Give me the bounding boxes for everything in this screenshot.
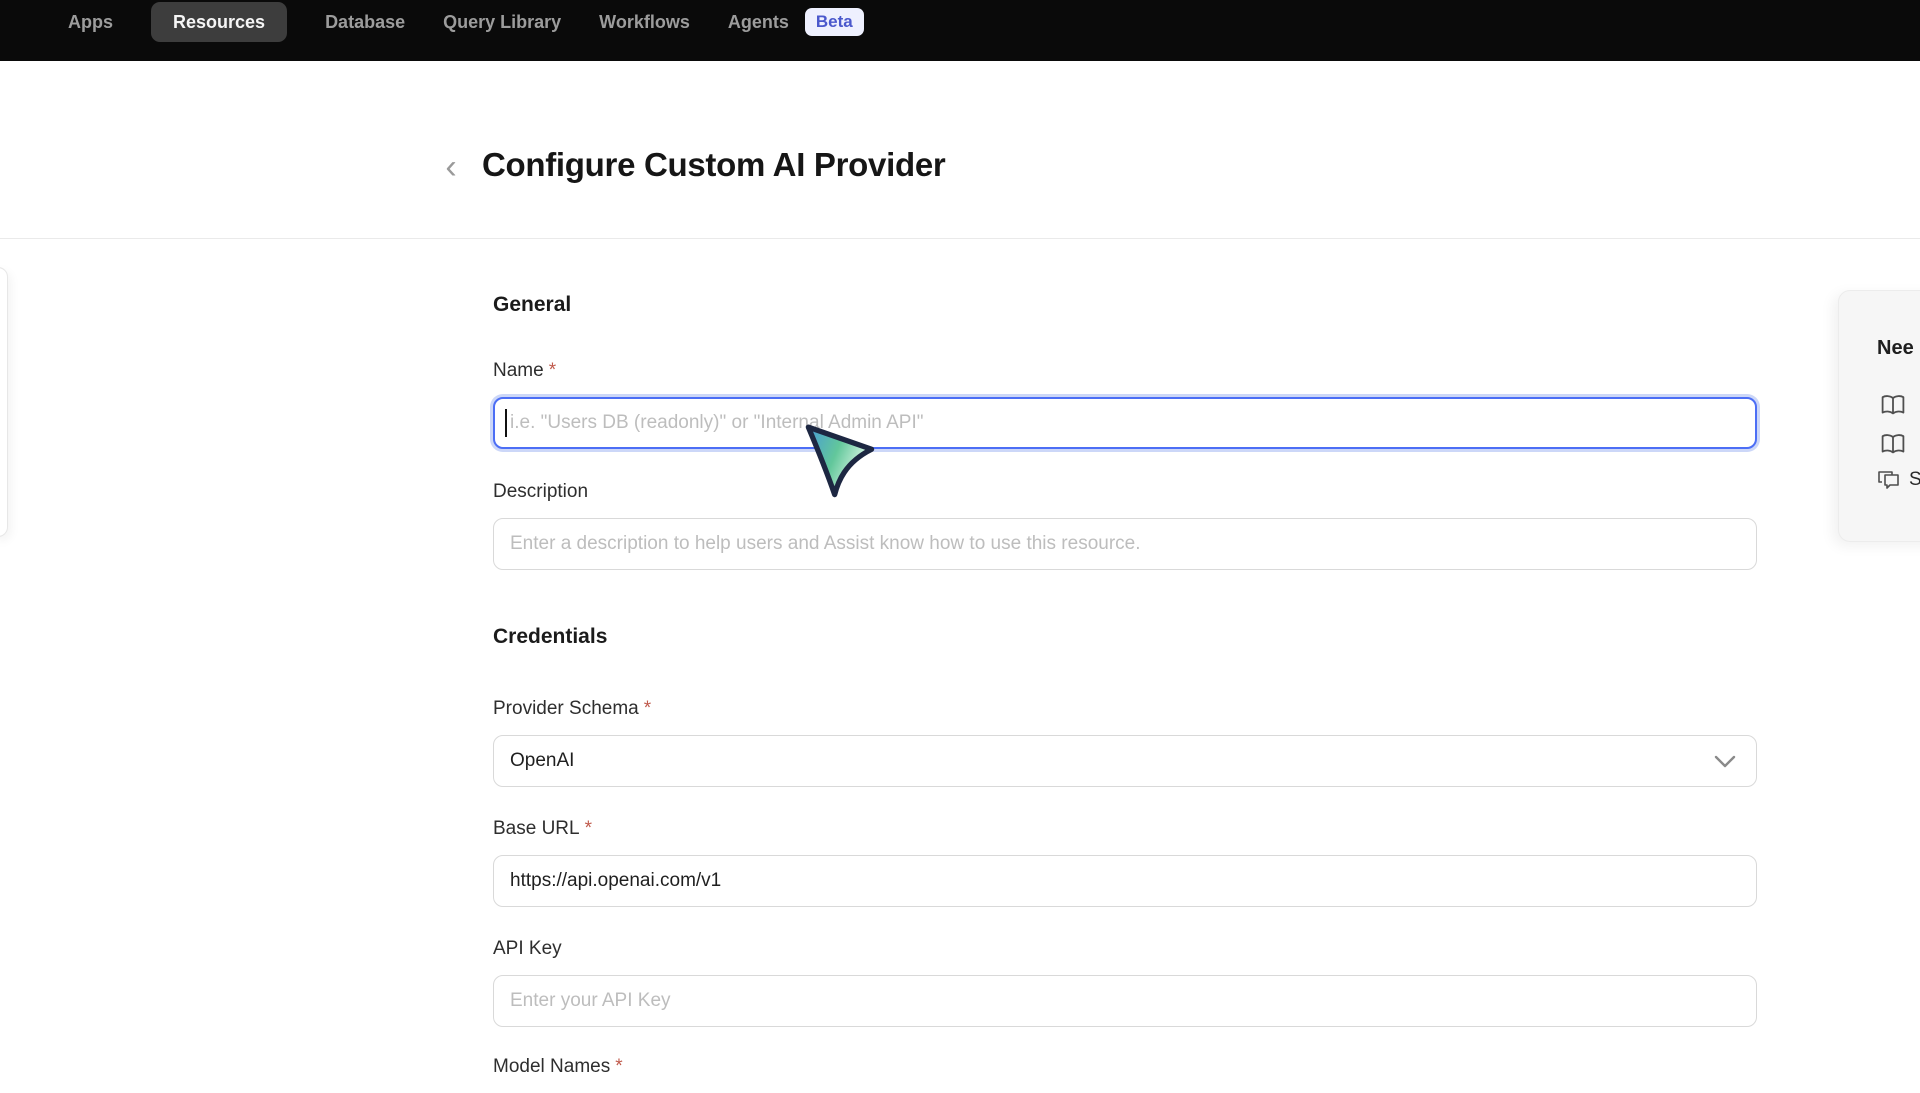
field-description: Description — [493, 479, 1757, 570]
left-clipped-panel-edge — [0, 267, 8, 537]
help-support-label: S — [1909, 469, 1920, 491]
description-label-text: Description — [493, 481, 588, 502]
nav-item-resources[interactable]: Resources — [151, 2, 287, 42]
api-key-label: API Key — [493, 936, 1757, 962]
required-asterisk: * — [549, 360, 556, 381]
field-api-key: API Key — [493, 936, 1757, 1027]
provider-schema-label: Provider Schema* — [493, 696, 1757, 722]
name-label-text: Name — [493, 360, 544, 381]
help-panel: Nee S — [1838, 290, 1920, 542]
field-name: Name* — [493, 358, 1757, 449]
field-base-url: Base URL* — [493, 816, 1757, 907]
chevron-left-icon: ‹ — [445, 148, 456, 187]
help-link-docs-1[interactable] — [1880, 394, 1906, 416]
description-label: Description — [493, 479, 1757, 505]
help-link-docs-2[interactable] — [1880, 433, 1906, 455]
description-input[interactable] — [493, 518, 1757, 570]
resource-config-form: General Name* Description Credentials Pr… — [493, 0, 1757, 1080]
provider-schema-label-text: Provider Schema — [493, 698, 639, 719]
required-asterisk: * — [644, 698, 651, 719]
chevron-down-icon — [1714, 755, 1736, 768]
section-heading-credentials: Credentials — [493, 623, 1757, 651]
provider-schema-selected-value: OpenAI — [510, 750, 574, 772]
base-url-label-text: Base URL — [493, 818, 580, 839]
required-asterisk: * — [585, 818, 592, 839]
model-names-label-text: Model Names — [493, 1056, 610, 1077]
provider-schema-select[interactable]: OpenAI — [493, 735, 1757, 787]
field-provider-schema: Provider Schema* OpenAI — [493, 696, 1757, 787]
name-input[interactable] — [493, 397, 1757, 449]
field-model-names: Model Names* — [493, 1054, 1757, 1093]
name-label: Name* — [493, 358, 1757, 384]
chat-icon — [1877, 470, 1900, 490]
back-button[interactable]: ‹ — [434, 148, 468, 186]
base-url-input[interactable] — [493, 855, 1757, 907]
book-icon — [1880, 433, 1906, 455]
help-link-support[interactable]: S — [1877, 469, 1920, 491]
base-url-label: Base URL* — [493, 816, 1757, 842]
api-key-input[interactable] — [493, 975, 1757, 1027]
help-panel-title: Nee — [1877, 337, 1914, 360]
model-names-label: Model Names* — [493, 1054, 1757, 1080]
api-key-label-text: API Key — [493, 938, 562, 959]
required-asterisk: * — [615, 1056, 622, 1077]
text-caret — [505, 409, 507, 437]
nav-item-database[interactable]: Database — [325, 2, 405, 42]
book-icon — [1880, 394, 1906, 416]
nav-item-apps[interactable]: Apps — [68, 2, 113, 42]
section-heading-general: General — [493, 291, 1757, 319]
